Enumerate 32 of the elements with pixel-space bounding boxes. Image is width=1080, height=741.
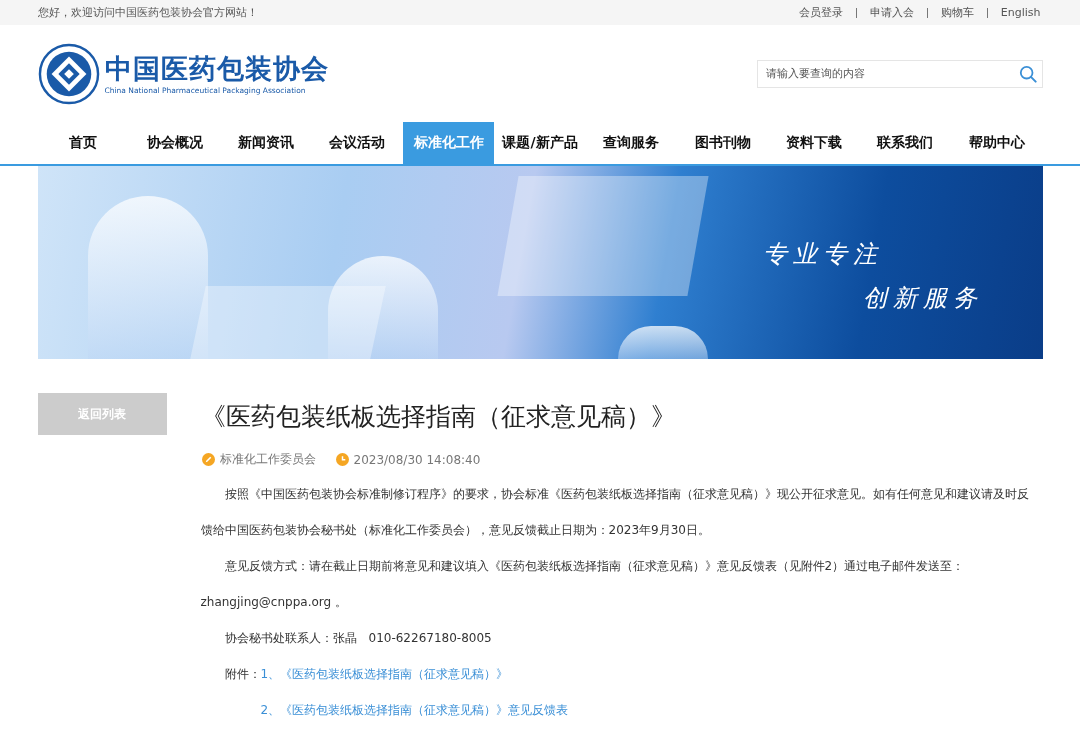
- nav-tab[interactable]: 课题/新产品: [494, 122, 586, 164]
- logo-emblem-icon: [37, 42, 100, 105]
- greeting-text: 您好，欢迎访问中国医药包装协会官方网站！: [37, 5, 258, 20]
- nav-tab[interactable]: 新闻资讯: [220, 122, 312, 164]
- slogan-text: 创新服务: [862, 283, 983, 314]
- clock-icon: [335, 453, 349, 466]
- nav-tab[interactable]: 资料下载: [768, 122, 860, 164]
- top-link[interactable]: 购物车: [940, 5, 974, 20]
- top-link[interactable]: 申请入会: [869, 5, 914, 20]
- top-link[interactable]: English: [1000, 6, 1041, 19]
- nav-tab[interactable]: 帮助中心: [951, 122, 1043, 164]
- slogan-text: 专业专注: [762, 239, 884, 270]
- logo-title: 中国医药包装协会: [104, 52, 329, 85]
- paragraph-text: 意见反馈方式：请在截止日期前将意见和建议填入《医药包装纸板选择指南（征求意见稿）》意见反馈表（见附件2）通过电子邮件发送至：zhangjing@cnppa.org 。: [200, 558, 966, 611]
- nav-tab[interactable]: 首页: [37, 122, 129, 164]
- attachments-label: 附件：: [224, 666, 261, 683]
- nav-tab[interactable]: 会议活动: [311, 122, 403, 164]
- attachment-link[interactable]: 1、《医药包装纸板选择指南（征求意见稿）》: [260, 656, 569, 692]
- nav-tab[interactable]: 查询服务: [585, 122, 677, 164]
- nav-tab[interactable]: 协会概况: [128, 122, 221, 164]
- date-text: 2023/08/30 14:08:40: [353, 452, 481, 467]
- author-text: 标准化工作委员会: [219, 451, 316, 468]
- search-field[interactable]: 请输入要查询的内容: [756, 59, 1043, 88]
- paragraph-text: 协会秘书处联系人：张晶 010-62267180-8005: [223, 630, 493, 647]
- top-link[interactable]: 会员登录: [798, 5, 843, 20]
- search-icon[interactable]: [1018, 64, 1037, 83]
- attachment-link[interactable]: 2、《医药包装纸板选择指南（征求意见稿）》意见反馈表: [260, 692, 569, 728]
- pencil-icon: [201, 453, 215, 466]
- paragraph-text: 按照《中国医药包装协会标准制修订程序》的要求，协会标准《医药包装纸板选择指南（征求意见稿）》现公开征求意见。如有任何意见和建议请及时反馈给中国医药包装协会秘书处（标准化工作委员会），意见反馈截止日期为：2023年9月30日。: [200, 486, 1030, 539]
- article-title: 《医药包装纸板选择指南（征求意见稿）》: [200, 401, 677, 433]
- nav-tab[interactable]: 图书刊物: [677, 122, 769, 164]
- nav-tab[interactable]: 联系我们: [859, 122, 952, 164]
